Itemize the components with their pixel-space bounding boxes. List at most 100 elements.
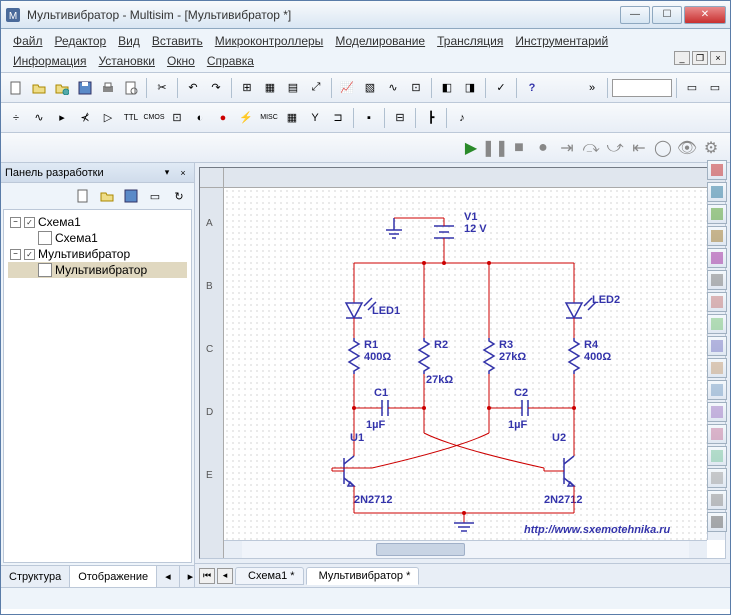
view1-icon[interactable]: ▭ bbox=[681, 77, 703, 99]
view2-icon[interactable]: ▭ bbox=[704, 77, 726, 99]
print-preview-button[interactable] bbox=[120, 77, 142, 99]
tek-scope-icon[interactable] bbox=[707, 512, 727, 532]
window-close-button[interactable]: ✕ bbox=[684, 6, 726, 24]
search-combo[interactable] bbox=[612, 79, 672, 97]
menu-file[interactable]: Файл bbox=[7, 32, 49, 50]
electromech-icon[interactable]: ⊐ bbox=[327, 107, 349, 129]
step-over-icon[interactable]: ⤼ bbox=[580, 137, 602, 159]
rf-icon[interactable]: Y bbox=[304, 107, 326, 129]
tab-structure[interactable]: Структура bbox=[1, 566, 70, 587]
tree-root-schema[interactable]: − Схема1 bbox=[8, 214, 187, 230]
bus-icon[interactable]: ┣ bbox=[420, 107, 442, 129]
basic-icon[interactable]: ∿ bbox=[28, 107, 50, 129]
step-back-icon[interactable]: ⇤ bbox=[628, 137, 650, 159]
save-doc-icon[interactable] bbox=[120, 185, 142, 207]
component-icon[interactable]: ◧ bbox=[436, 77, 458, 99]
source-icon[interactable]: ÷ bbox=[5, 107, 27, 129]
new-doc-icon[interactable] bbox=[72, 185, 94, 207]
step-out-icon[interactable]: ⤻ bbox=[604, 137, 626, 159]
menu-transfer[interactable]: Трансляция bbox=[431, 32, 509, 50]
help-icon[interactable]: ? bbox=[521, 77, 543, 99]
stop-button[interactable]: ■ bbox=[508, 137, 530, 159]
menu-insert[interactable]: Вставить bbox=[146, 32, 209, 50]
cmos-icon[interactable]: CMOS bbox=[143, 107, 165, 129]
save-button[interactable] bbox=[74, 77, 96, 99]
menu-view[interactable]: Вид bbox=[112, 32, 146, 50]
step-into-icon[interactable]: ⇥ bbox=[556, 137, 578, 159]
logic-converter-icon[interactable] bbox=[707, 358, 727, 378]
iv-analyzer-icon[interactable] bbox=[707, 380, 727, 400]
horizontal-scrollbar[interactable] bbox=[224, 540, 707, 558]
misc-digital-icon[interactable]: ⊡ bbox=[166, 107, 188, 129]
tree-child-schema[interactable]: Схема1 bbox=[8, 230, 187, 246]
spectrum-icon[interactable] bbox=[707, 424, 727, 444]
misc-icon[interactable]: MISC bbox=[258, 107, 280, 129]
grapher-icon[interactable]: 📈 bbox=[336, 77, 358, 99]
network-icon[interactable] bbox=[707, 446, 727, 466]
mdi-close-button[interactable]: × bbox=[710, 51, 726, 65]
window-full-icon[interactable]: ⊞ bbox=[236, 77, 258, 99]
window-maximize-button[interactable]: ☐ bbox=[652, 6, 682, 24]
record-button[interactable]: ● bbox=[532, 137, 554, 159]
component-r3[interactable]: R3 27kΩ bbox=[484, 338, 526, 374]
inuse-icon[interactable]: ◨ bbox=[459, 77, 481, 99]
settings-icon[interactable]: ⚙ bbox=[700, 137, 722, 159]
undo-button[interactable]: ↶ bbox=[182, 77, 204, 99]
component-v1[interactable]: V1 12 V bbox=[434, 211, 487, 238]
tab-display[interactable]: Отображение bbox=[70, 566, 157, 587]
postproc-icon[interactable]: ▧ bbox=[359, 77, 381, 99]
indicator-icon[interactable]: ● bbox=[212, 107, 234, 129]
component-ground-bottom[interactable] bbox=[454, 513, 474, 531]
breadboard-icon[interactable]: ⊡ bbox=[405, 77, 427, 99]
junction-icon[interactable]: ♪ bbox=[451, 107, 473, 129]
4ch-scope-icon[interactable] bbox=[707, 248, 727, 268]
checkbox-icon[interactable] bbox=[24, 249, 35, 260]
analog-icon[interactable]: ▷ bbox=[97, 107, 119, 129]
tree-child-multivibrator[interactable]: Мультивибратор bbox=[8, 262, 187, 278]
advanced-icon[interactable]: ▦ bbox=[281, 107, 303, 129]
menu-info[interactable]: Информация bbox=[7, 52, 92, 70]
tab-scroll-left[interactable]: ◂ bbox=[157, 566, 180, 587]
mcu-icon[interactable]: ▪ bbox=[358, 107, 380, 129]
open-doc-icon[interactable] bbox=[96, 185, 118, 207]
mdi-minimize-button[interactable]: _ bbox=[674, 51, 690, 65]
run-button[interactable]: ▶ bbox=[460, 137, 482, 159]
panel-dropdown-icon[interactable]: ▾ bbox=[160, 166, 174, 180]
component-q1[interactable]: U1 2N2712 bbox=[332, 432, 393, 506]
watch-icon[interactable]: 👁 bbox=[676, 137, 698, 159]
panel-close-icon[interactable]: × bbox=[176, 166, 190, 180]
logic-analyzer-icon[interactable] bbox=[707, 336, 727, 356]
view-doc-icon[interactable]: ▭ bbox=[144, 185, 166, 207]
design-tree[interactable]: − Схема1 Схема1 − Мультивибратор Мультив… bbox=[3, 209, 192, 563]
component-r4[interactable]: R4 400Ω bbox=[569, 338, 611, 374]
spreadsheet-icon[interactable]: ▦ bbox=[259, 77, 281, 99]
redo-button[interactable]: ↷ bbox=[205, 77, 227, 99]
tab-nav-prev[interactable]: ◂ bbox=[217, 568, 233, 584]
power-icon[interactable]: ⚡ bbox=[235, 107, 257, 129]
tab-nav-first[interactable]: ⏮ bbox=[199, 568, 215, 584]
print-button[interactable] bbox=[97, 77, 119, 99]
pause-button[interactable]: ❚❚ bbox=[484, 137, 506, 159]
cut-button[interactable]: ✂ bbox=[151, 77, 173, 99]
checkbox-icon[interactable] bbox=[24, 217, 35, 228]
collapse-icon[interactable]: − bbox=[10, 217, 21, 228]
multimeter-icon[interactable] bbox=[707, 160, 727, 180]
database-icon[interactable]: ▤ bbox=[282, 77, 304, 99]
expand-right-icon[interactable]: » bbox=[581, 77, 603, 99]
tree-root-multivibrator[interactable]: − Мультивибратор bbox=[8, 246, 187, 262]
collapse-icon[interactable]: − bbox=[10, 249, 21, 260]
open2-button[interactable] bbox=[51, 77, 73, 99]
oscilloscope-icon[interactable] bbox=[707, 226, 727, 246]
open-button[interactable] bbox=[28, 77, 50, 99]
menu-tools[interactable]: Инструментарий bbox=[509, 32, 614, 50]
analysis-icon[interactable]: ∿ bbox=[382, 77, 404, 99]
component-q2[interactable]: U2 2N2712 bbox=[544, 432, 583, 506]
menu-simulate[interactable]: Моделирование bbox=[329, 32, 431, 50]
component-r1[interactable]: R1 400Ω bbox=[349, 338, 391, 374]
component-c1[interactable]: C1 1µF bbox=[354, 387, 424, 431]
component-c2[interactable]: C2 1µF bbox=[489, 387, 574, 431]
ag-scope-icon[interactable] bbox=[707, 468, 727, 488]
new-button[interactable] bbox=[5, 77, 27, 99]
menu-help[interactable]: Справка bbox=[201, 52, 260, 70]
distortion-icon[interactable] bbox=[707, 402, 727, 422]
